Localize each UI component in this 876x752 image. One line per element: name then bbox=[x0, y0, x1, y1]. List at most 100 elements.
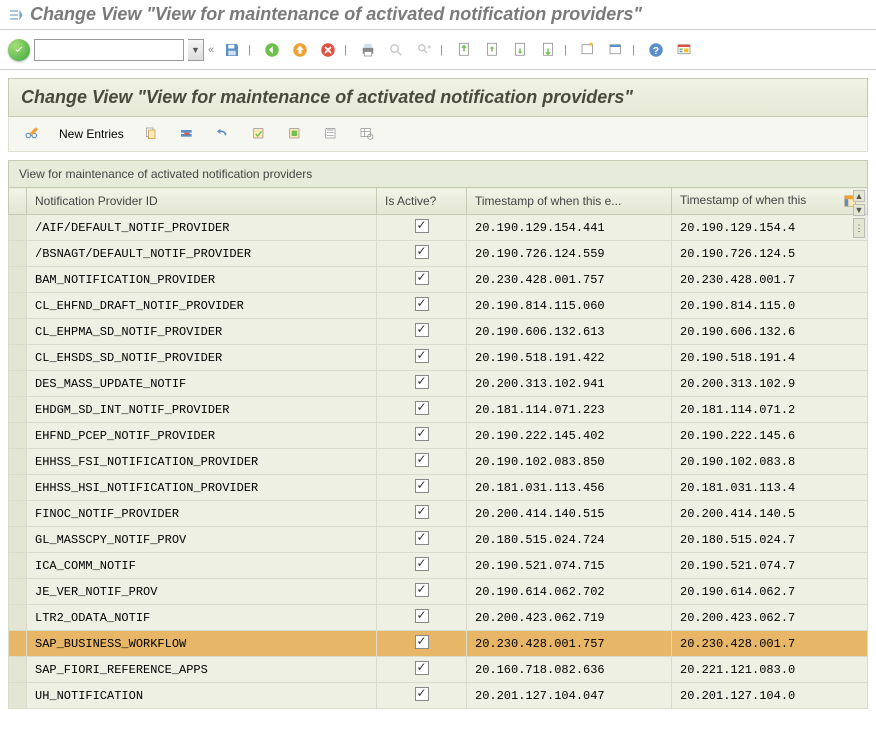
table-row[interactable]: CL_EHSDS_SD_NOTIF_PROVIDER20.190.518.191… bbox=[9, 345, 868, 371]
checkbox-icon[interactable] bbox=[415, 505, 429, 519]
help-button[interactable]: ? bbox=[644, 38, 668, 62]
checkbox-icon[interactable] bbox=[415, 635, 429, 649]
cell-is-active[interactable] bbox=[377, 683, 467, 709]
select-all-header[interactable] bbox=[9, 188, 27, 215]
checkbox-icon[interactable] bbox=[415, 245, 429, 259]
find-button[interactable] bbox=[384, 38, 408, 62]
scroll-handle-icon[interactable]: ⋮ bbox=[853, 218, 865, 238]
row-selector[interactable] bbox=[9, 553, 27, 579]
menu-icon[interactable] bbox=[8, 7, 24, 23]
cell-provider-id[interactable]: CL_EHPMA_SD_NOTIF_PROVIDER bbox=[27, 319, 377, 345]
cell-is-active[interactable] bbox=[377, 215, 467, 241]
cell-is-active[interactable] bbox=[377, 423, 467, 449]
table-row[interactable]: EHFND_PCEP_NOTIF_PROVIDER20.190.222.145.… bbox=[9, 423, 868, 449]
checkbox-icon[interactable] bbox=[415, 609, 429, 623]
layout-button[interactable] bbox=[672, 38, 696, 62]
checkbox-icon[interactable] bbox=[415, 479, 429, 493]
table-row[interactable]: LTR2_ODATA_NOTIF20.200.423.062.71920.200… bbox=[9, 605, 868, 631]
new-entries-button[interactable]: New Entries bbox=[53, 125, 130, 143]
next-page-button[interactable] bbox=[508, 38, 532, 62]
row-selector[interactable] bbox=[9, 579, 27, 605]
cell-is-active[interactable] bbox=[377, 293, 467, 319]
cell-provider-id[interactable]: EHHSS_FSI_NOTIFICATION_PROVIDER bbox=[27, 449, 377, 475]
cell-is-active[interactable] bbox=[377, 345, 467, 371]
row-selector[interactable] bbox=[9, 631, 27, 657]
cell-provider-id[interactable]: ICA_COMM_NOTIF bbox=[27, 553, 377, 579]
cell-provider-id[interactable]: EHHSS_HSI_NOTIFICATION_PROVIDER bbox=[27, 475, 377, 501]
table-row[interactable]: EHDGM_SD_INT_NOTIF_PROVIDER20.181.114.07… bbox=[9, 397, 868, 423]
cell-provider-id[interactable]: /AIF/DEFAULT_NOTIF_PROVIDER bbox=[27, 215, 377, 241]
checkbox-icon[interactable] bbox=[415, 297, 429, 311]
table-row[interactable]: EHHSS_HSI_NOTIFICATION_PROVIDER20.181.03… bbox=[9, 475, 868, 501]
print-button[interactable] bbox=[356, 38, 380, 62]
row-selector[interactable] bbox=[9, 215, 27, 241]
cell-is-active[interactable] bbox=[377, 527, 467, 553]
table-row[interactable]: SAP_BUSINESS_WORKFLOW20.230.428.001.7572… bbox=[9, 631, 868, 657]
row-selector[interactable] bbox=[9, 449, 27, 475]
exit-button[interactable] bbox=[288, 38, 312, 62]
row-selector[interactable] bbox=[9, 371, 27, 397]
ok-button[interactable] bbox=[8, 39, 30, 61]
cell-provider-id[interactable]: LTR2_ODATA_NOTIF bbox=[27, 605, 377, 631]
row-selector[interactable] bbox=[9, 683, 27, 709]
cell-provider-id[interactable]: SAP_BUSINESS_WORKFLOW bbox=[27, 631, 377, 657]
first-page-button[interactable] bbox=[452, 38, 476, 62]
copy-button[interactable] bbox=[136, 123, 166, 145]
last-page-button[interactable] bbox=[536, 38, 560, 62]
cell-is-active[interactable] bbox=[377, 631, 467, 657]
deselect-all-button[interactable] bbox=[316, 123, 346, 145]
cell-is-active[interactable] bbox=[377, 579, 467, 605]
cell-is-active[interactable] bbox=[377, 241, 467, 267]
table-row[interactable]: /AIF/DEFAULT_NOTIF_PROVIDER20.190.129.15… bbox=[9, 215, 868, 241]
checkbox-icon[interactable] bbox=[415, 583, 429, 597]
table-row[interactable]: CL_EHFND_DRAFT_NOTIF_PROVIDER20.190.814.… bbox=[9, 293, 868, 319]
cell-is-active[interactable] bbox=[377, 475, 467, 501]
checkbox-icon[interactable] bbox=[415, 427, 429, 441]
save-button[interactable] bbox=[220, 38, 244, 62]
table-row[interactable]: UH_NOTIFICATION20.201.127.104.04720.201.… bbox=[9, 683, 868, 709]
row-selector[interactable] bbox=[9, 605, 27, 631]
row-selector[interactable] bbox=[9, 423, 27, 449]
command-field[interactable] bbox=[34, 39, 184, 61]
row-selector[interactable] bbox=[9, 293, 27, 319]
create-session-button[interactable] bbox=[576, 38, 600, 62]
cell-provider-id[interactable]: CL_EHSDS_SD_NOTIF_PROVIDER bbox=[27, 345, 377, 371]
config-button[interactable] bbox=[352, 123, 382, 145]
cell-is-active[interactable] bbox=[377, 605, 467, 631]
col-header-ts2[interactable]: Timestamp of when this bbox=[672, 188, 868, 215]
table-row[interactable]: BAM_NOTIFICATION_PROVIDER20.230.428.001.… bbox=[9, 267, 868, 293]
delete-button[interactable] bbox=[172, 123, 202, 145]
cell-is-active[interactable] bbox=[377, 553, 467, 579]
cell-is-active[interactable] bbox=[377, 501, 467, 527]
row-selector[interactable] bbox=[9, 319, 27, 345]
new-window-button[interactable] bbox=[604, 38, 628, 62]
select-block-button[interactable] bbox=[280, 123, 310, 145]
table-row[interactable]: GL_MASSCPY_NOTIF_PROV20.180.515.024.7242… bbox=[9, 527, 868, 553]
cell-is-active[interactable] bbox=[377, 449, 467, 475]
row-selector[interactable] bbox=[9, 345, 27, 371]
table-row[interactable]: DES_MASS_UPDATE_NOTIF20.200.313.102.9412… bbox=[9, 371, 868, 397]
cell-provider-id[interactable]: EHDGM_SD_INT_NOTIF_PROVIDER bbox=[27, 397, 377, 423]
checkbox-icon[interactable] bbox=[415, 323, 429, 337]
table-row[interactable]: /BSNAGT/DEFAULT_NOTIF_PROVIDER20.190.726… bbox=[9, 241, 868, 267]
cell-is-active[interactable] bbox=[377, 657, 467, 683]
cell-provider-id[interactable]: CL_EHFND_DRAFT_NOTIF_PROVIDER bbox=[27, 293, 377, 319]
checkbox-icon[interactable] bbox=[415, 219, 429, 233]
cancel-button[interactable] bbox=[316, 38, 340, 62]
col-header-ts1[interactable]: Timestamp of when this e... bbox=[467, 188, 672, 215]
col-header-id[interactable]: Notification Provider ID bbox=[27, 188, 377, 215]
cell-provider-id[interactable]: DES_MASS_UPDATE_NOTIF bbox=[27, 371, 377, 397]
cell-is-active[interactable] bbox=[377, 319, 467, 345]
checkbox-icon[interactable] bbox=[415, 375, 429, 389]
cell-provider-id[interactable]: UH_NOTIFICATION bbox=[27, 683, 377, 709]
scroll-up-icon[interactable]: ▲ bbox=[853, 190, 865, 202]
scroll-down-icon[interactable]: ▼ bbox=[853, 204, 865, 216]
checkbox-icon[interactable] bbox=[415, 687, 429, 701]
checkbox-icon[interactable] bbox=[415, 531, 429, 545]
row-selector[interactable] bbox=[9, 397, 27, 423]
cell-is-active[interactable] bbox=[377, 267, 467, 293]
cell-provider-id[interactable]: SAP_FIORI_REFERENCE_APPS bbox=[27, 657, 377, 683]
checkbox-icon[interactable] bbox=[415, 401, 429, 415]
table-row[interactable]: FINOC_NOTIF_PROVIDER20.200.414.140.51520… bbox=[9, 501, 868, 527]
cell-is-active[interactable] bbox=[377, 397, 467, 423]
